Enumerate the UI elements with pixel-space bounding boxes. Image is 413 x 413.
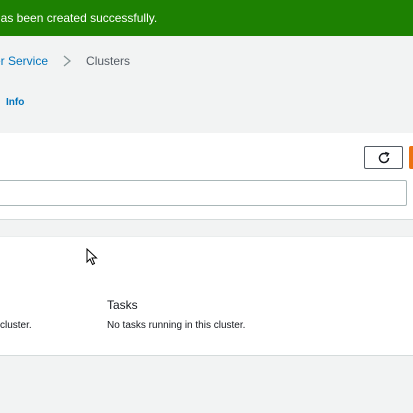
refresh-icon — [378, 151, 390, 163]
mouse-cursor-icon — [86, 248, 98, 266]
tasks-empty-text: No tasks running in this cluster. — [107, 320, 246, 331]
info-link[interactable]: Info — [6, 97, 24, 108]
create-cluster-button[interactable] — [409, 146, 413, 169]
breadcrumb-current: Clusters — [86, 54, 131, 68]
success-flash-banner: has been created successfully. — [0, 0, 413, 36]
breadcrumb: er Service Clusters — [0, 52, 130, 70]
refresh-button[interactable] — [364, 146, 403, 169]
breadcrumb-service-link[interactable]: er Service — [0, 54, 48, 68]
services-empty-text: cluster. — [0, 320, 32, 331]
tasks-heading: Tasks — [107, 298, 138, 312]
clusters-table-header — [0, 133, 413, 220]
search-input[interactable] — [0, 180, 407, 206]
chevron-right-icon — [63, 55, 72, 67]
cluster-overview-card — [0, 236, 413, 356]
flash-message: has been created successfully. — [0, 11, 158, 25]
